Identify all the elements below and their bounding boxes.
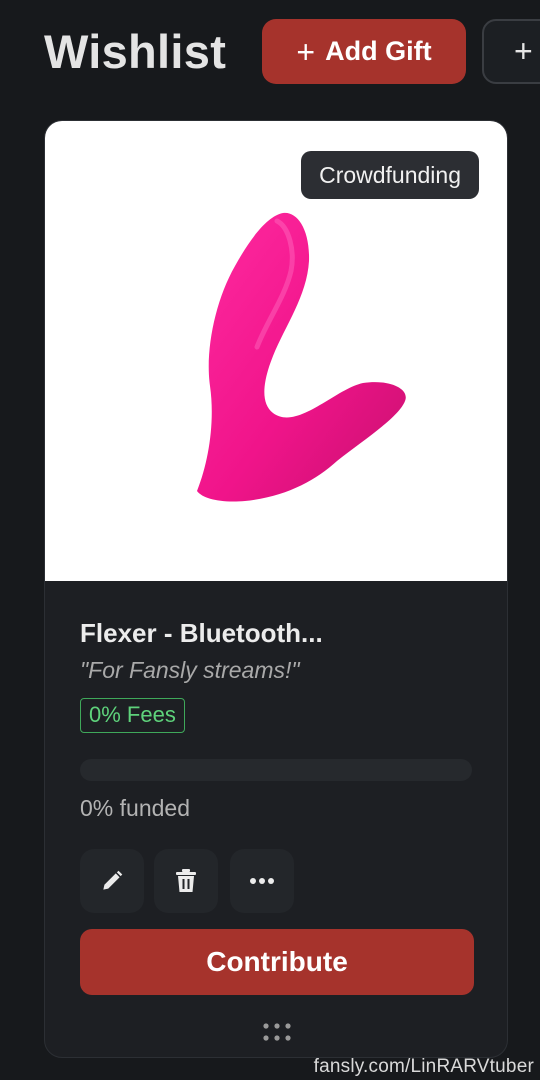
funding-progress-bar: [80, 759, 472, 781]
more-horizontal-icon: [250, 878, 274, 884]
delete-button[interactable]: [154, 849, 218, 913]
add-gift-button[interactable]: + Add Gift: [262, 19, 466, 84]
trash-icon: [176, 869, 196, 892]
contribute-button[interactable]: Contribute: [80, 929, 474, 995]
fees-badge: 0% Fees: [80, 698, 185, 733]
wishlist-card: Crowdfunding Flexer - Bluetooth... "For …: [44, 120, 508, 1058]
funded-text: 0% funded: [80, 795, 190, 821]
pencil-icon: [103, 870, 123, 890]
edit-button[interactable]: [80, 849, 144, 913]
header: Wishlist + Add Gift +: [0, 0, 540, 110]
add-extra-button[interactable]: +: [482, 19, 540, 84]
watermark: fansly.com/LinRARVtuber: [313, 1056, 534, 1077]
drag-handle-icon[interactable]: [261, 1021, 293, 1043]
add-gift-label: Add Gift: [325, 36, 432, 66]
page-title: Wishlist: [44, 25, 227, 78]
plus-icon: +: [296, 33, 316, 70]
product-name[interactable]: Flexer - Bluetooth...: [80, 618, 323, 649]
crowdfunding-badge: Crowdfunding: [301, 151, 479, 199]
product-image[interactable]: Crowdfunding: [45, 121, 507, 581]
more-button[interactable]: [230, 849, 294, 913]
plus-icon: +: [514, 33, 533, 69]
product-note: "For Fansly streams!": [80, 657, 300, 683]
